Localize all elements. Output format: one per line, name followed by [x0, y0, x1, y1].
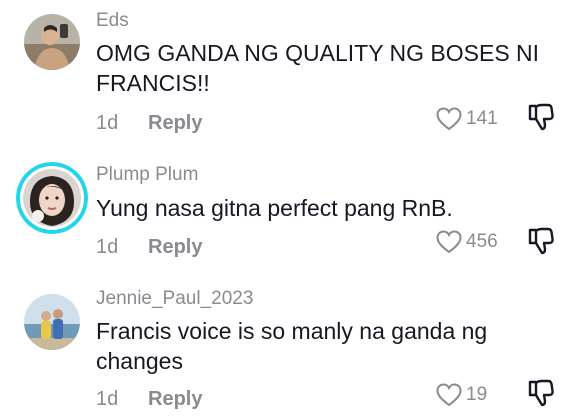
comment-time: 1d: [96, 235, 119, 258]
avatar-photo-icon: [16, 162, 88, 234]
heart-outline-icon: [436, 383, 462, 407]
comment-item: Eds OMG GANDA NG QUALITY NG BOSES NI FRA…: [0, 0, 576, 140]
comment-time: 1d: [96, 387, 119, 410]
comment-item: Jennie_Paul_2023 Francis voice is so man…: [0, 270, 576, 420]
reply-button[interactable]: Reply: [148, 388, 202, 411]
like-button[interactable]: 19: [436, 380, 487, 410]
reply-button[interactable]: Reply: [148, 112, 202, 135]
reply-button[interactable]: Reply: [148, 236, 202, 259]
like-count: 141: [466, 108, 498, 129]
like-button[interactable]: 456: [436, 227, 498, 257]
avatar-photo-icon: [24, 14, 80, 70]
thumbs-down-icon: [528, 227, 554, 255]
dislike-button[interactable]: [528, 102, 554, 132]
avatar[interactable]: [24, 14, 80, 70]
comment-text: OMG GANDA NG QUALITY NG BOSES NI FRANCIS…: [96, 40, 540, 96]
comment-meta: 1d Reply: [96, 108, 202, 138]
comment-meta: 1d Reply: [96, 232, 202, 262]
avatar-photo-icon: [24, 294, 80, 350]
heart-outline-icon: [436, 107, 462, 131]
comment-time: 1d: [96, 111, 119, 134]
comment-username[interactable]: Jennie_Paul_2023: [96, 288, 253, 310]
avatar[interactable]: [24, 294, 80, 350]
like-count: 19: [466, 384, 488, 405]
comment-text: Francis voice is so manly na ganda ng ch…: [96, 318, 488, 374]
comment-text: Yung nasa gitna perfect pang RnB.: [96, 195, 453, 221]
comment-username[interactable]: Plump Plum: [96, 164, 198, 186]
thumbs-down-icon: [528, 379, 554, 407]
avatar[interactable]: [16, 162, 88, 234]
heart-outline-icon: [436, 230, 462, 254]
comment-item: Plump Plum Yung nasa gitna perfect pang …: [0, 140, 576, 270]
like-count: 456: [466, 231, 498, 252]
like-button[interactable]: 141: [436, 104, 498, 134]
comment-meta: 1d Reply: [96, 384, 202, 414]
comment-username[interactable]: Eds: [96, 10, 129, 32]
dislike-button[interactable]: [528, 226, 554, 256]
dislike-button[interactable]: [528, 378, 554, 408]
thumbs-down-icon: [528, 103, 554, 131]
